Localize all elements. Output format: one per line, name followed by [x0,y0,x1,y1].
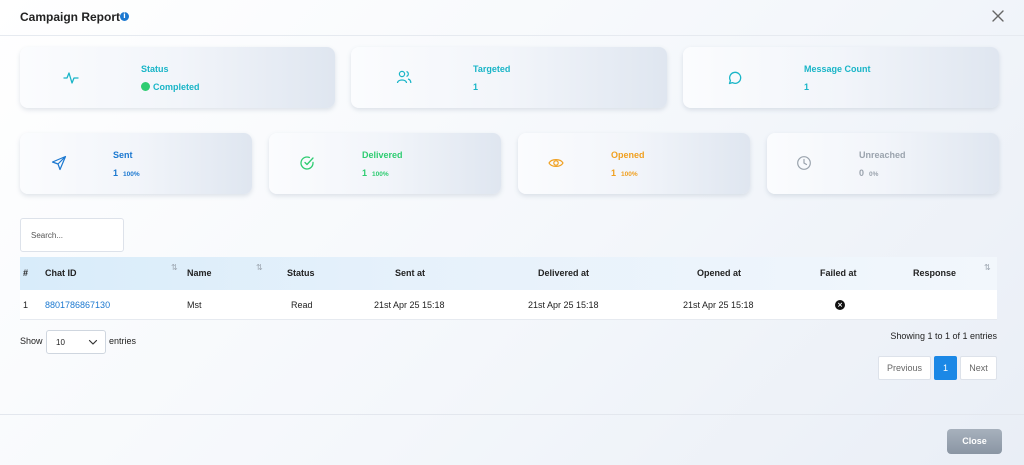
x-circle-icon: × [835,300,845,310]
unreached-label: Unreached [859,150,906,160]
eye-icon [548,159,564,167]
users-icon [396,70,412,84]
sort-icon[interactable]: ⇅ [256,257,263,279]
targeted-label: Targeted [473,64,511,74]
col-chat-id[interactable]: Chat ID [45,257,77,290]
col-status[interactable]: Status [287,257,315,290]
opened-value: 1 100% [611,168,638,178]
page-1-button[interactable]: 1 [934,356,957,380]
sent-label: Sent [113,150,133,160]
cell-opened-at: 21st Apr 25 15:18 [683,300,754,310]
modal-title: Campaign Report [20,10,121,24]
search-input[interactable] [20,218,124,252]
unreached-value: 0 0% [859,168,879,178]
entries-select-value: 10 [56,338,65,347]
delivered-card: Delivered 1 100% [269,133,501,194]
cell-chat-id[interactable]: 8801786867130 [45,290,110,320]
col-index[interactable]: # [23,257,28,290]
sort-icon[interactable]: ⇅ [171,257,178,279]
col-name[interactable]: Name [187,257,212,290]
clock-icon [797,156,811,170]
status-label: Status [141,64,169,74]
cell-delivered-at: 21st Apr 25 15:18 [528,300,599,310]
message-count-value: 1 [804,82,810,92]
close-icon[interactable] [990,8,1006,24]
sort-icon[interactable]: ⇅ [984,257,991,279]
delivered-value: 1 100% [362,168,389,178]
info-icon[interactable]: i [120,12,129,21]
footer-divider [0,414,1024,415]
chevron-down-icon [88,339,98,345]
activity-icon [63,72,79,84]
status-value: Completed [141,82,200,92]
sent-card: Sent 1 100% [20,133,252,194]
status-dot [141,82,150,91]
targeted-card: Targeted 1 [351,47,667,108]
next-button[interactable]: Next [960,356,997,380]
col-sent-at[interactable]: Sent at [395,257,425,290]
cell-status: Read [291,300,313,310]
message-count-label: Message Count [804,64,871,74]
previous-button[interactable]: Previous [878,356,931,380]
table-info: Showing 1 to 1 of 1 entries [890,331,997,341]
cell-index: 1 [23,300,29,310]
cell-sent-at: 21st Apr 25 15:18 [374,300,445,310]
entries-select[interactable]: 10 [46,330,106,354]
status-card: Status Completed [20,47,335,108]
message-count-card: Message Count 1 [683,47,999,108]
entries-label: entries [109,336,137,346]
modal-header: Campaign Report i [0,0,1024,36]
table-header: # Chat ID ⇅ Name ⇅ Status Sent at Delive… [20,257,997,290]
table-row: 1 8801786867130 Mst Read 21st Apr 25 15:… [20,290,997,320]
unreached-card: Unreached 0 0% [767,133,999,194]
col-failed-at[interactable]: Failed at [820,257,857,290]
opened-card: Opened 1 100% [518,133,750,194]
col-delivered-at[interactable]: Delivered at [538,257,589,290]
message-circle-icon [728,71,742,85]
send-icon [51,155,67,171]
sent-value: 1 100% [113,168,140,178]
close-button[interactable]: Close [947,429,1002,454]
check-circle-icon [300,156,314,170]
delivered-label: Delivered [362,150,403,160]
cell-name: Mst [187,300,202,310]
targeted-value: 1 [473,82,479,92]
show-label: Show [20,336,43,346]
col-opened-at[interactable]: Opened at [697,257,741,290]
opened-label: Opened [611,150,645,160]
col-response[interactable]: Response [913,257,956,290]
